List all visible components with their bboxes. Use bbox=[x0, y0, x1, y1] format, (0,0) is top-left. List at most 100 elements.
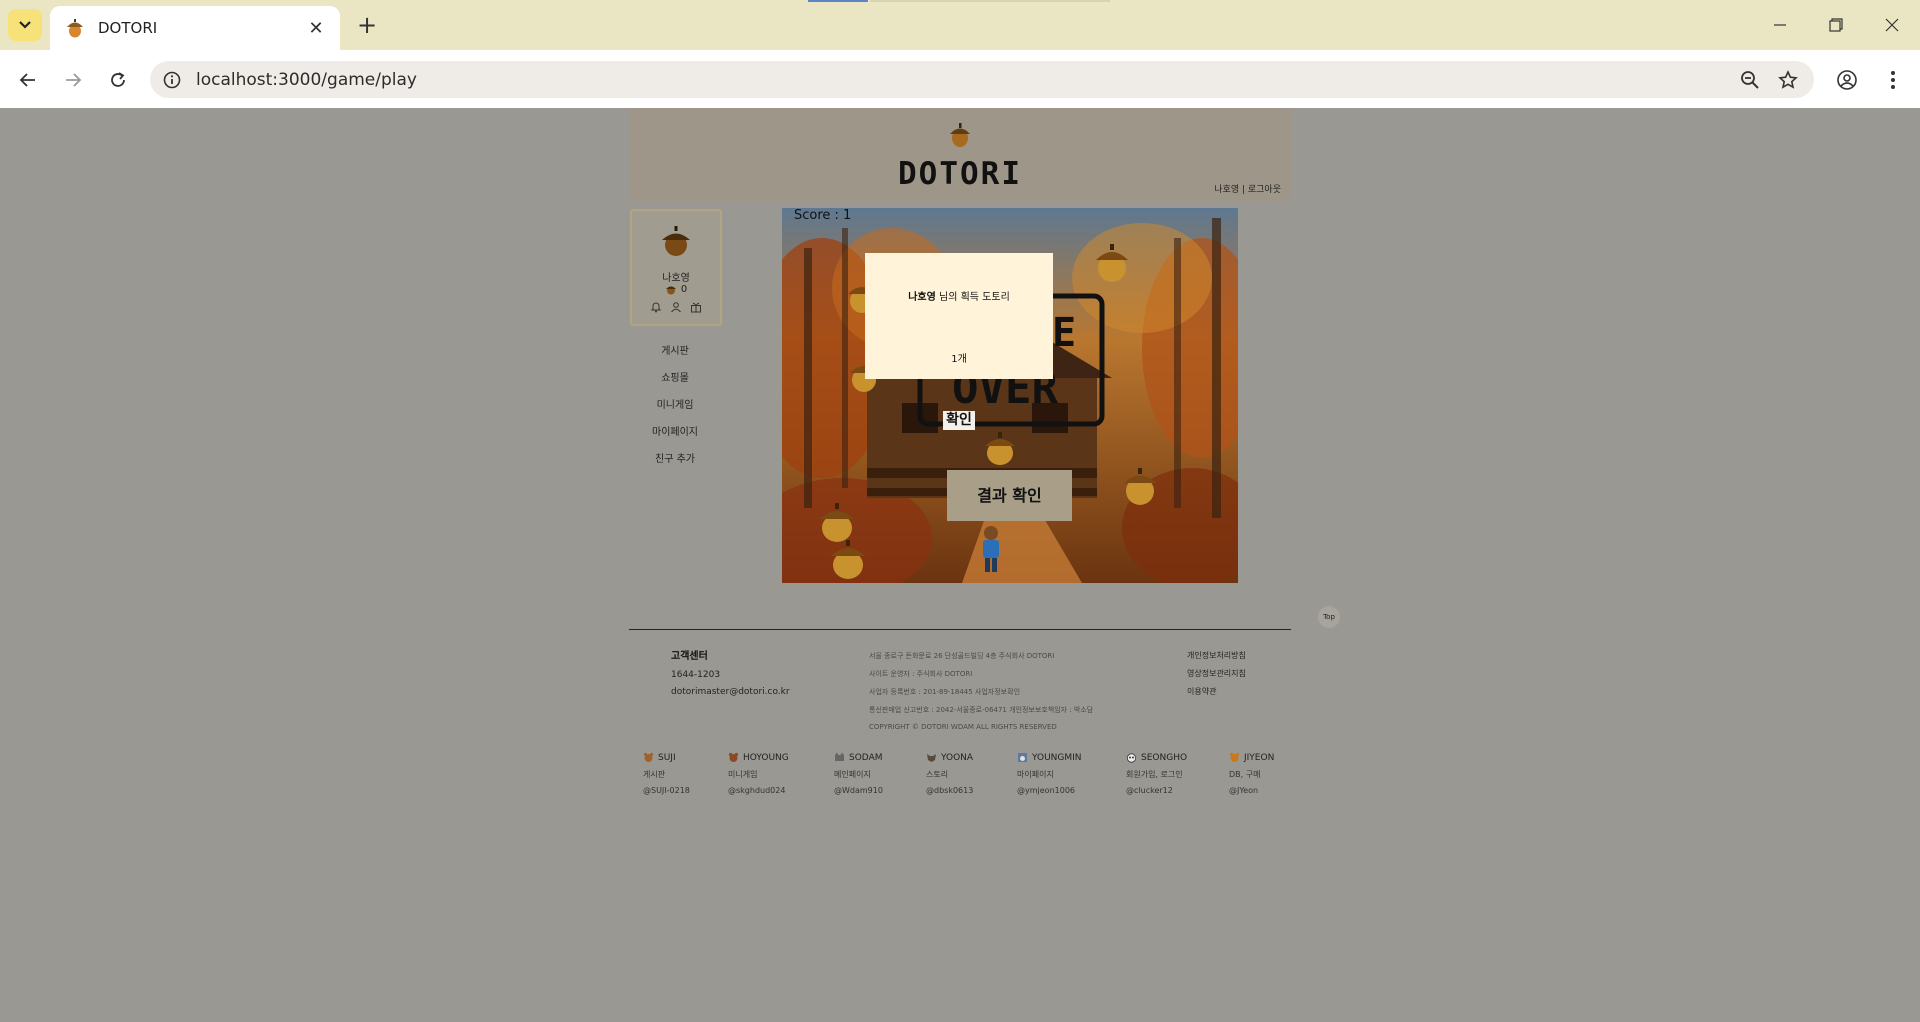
user-links[interactable]: 나호영 | 로그아웃 bbox=[1214, 182, 1281, 195]
customer-center-email[interactable]: dotorimaster@dotori.co.kr bbox=[671, 687, 790, 697]
reload-icon bbox=[111, 72, 125, 87]
member-role: 스토리 bbox=[926, 770, 949, 779]
nav-item-mypage[interactable]: 마이페이지 bbox=[630, 419, 720, 446]
acorn-icon bbox=[665, 286, 676, 295]
site-info-icon[interactable] bbox=[162, 70, 182, 90]
nav-item-board[interactable]: 게시판 bbox=[630, 338, 720, 365]
modal-message: 나호영 님의 획득 도토리 bbox=[865, 288, 1053, 303]
member-id[interactable]: @dbsk0613 bbox=[926, 786, 973, 795]
close-window-button[interactable] bbox=[1864, 0, 1920, 50]
minimize-button[interactable] bbox=[1752, 0, 1808, 50]
back-button[interactable] bbox=[12, 64, 44, 96]
member-role: DB, 구매 bbox=[1229, 770, 1261, 779]
acorn-count: 0 bbox=[680, 283, 688, 295]
acorn-logo-icon bbox=[950, 123, 970, 147]
arrow-right-icon bbox=[66, 73, 82, 87]
member-id[interactable]: @clucker12 bbox=[1126, 786, 1187, 795]
modal-user-name: 나호영 bbox=[908, 292, 936, 303]
close-icon bbox=[1885, 18, 1899, 32]
bear-icon bbox=[643, 752, 654, 762]
member-name: SEONGHO bbox=[1141, 752, 1188, 763]
tab-search-button[interactable] bbox=[8, 9, 42, 41]
terms-link[interactable]: 이용약관 bbox=[1187, 686, 1246, 697]
copyright: COPYRIGHT © DOTORI WDAM ALL RIGHTS RESER… bbox=[869, 723, 1057, 731]
profile-card: 나호영 0 bbox=[630, 209, 722, 326]
confirm-button[interactable]: 확인 bbox=[943, 411, 975, 430]
bookmark-star-icon[interactable] bbox=[1778, 69, 1798, 90]
account-circle-icon bbox=[1837, 70, 1857, 90]
footer-divider bbox=[629, 629, 1291, 630]
member-name: SUJI bbox=[658, 752, 676, 763]
privacy-policy-link[interactable]: 개인정보처리방침 bbox=[1187, 650, 1246, 661]
new-tab-button[interactable]: + bbox=[352, 10, 382, 40]
member-name: HOYOUNG bbox=[743, 752, 789, 763]
video-policy-link[interactable]: 영상정보관리지침 bbox=[1187, 668, 1246, 679]
profile-button[interactable] bbox=[1831, 64, 1863, 96]
member-role: 마이페이지 bbox=[1017, 770, 1054, 779]
tab-close-icon[interactable]: ✕ bbox=[306, 18, 326, 39]
member-item: SEONGHO 회원가입, 로그인 @clucker12 bbox=[1126, 752, 1188, 796]
minimize-icon bbox=[1774, 24, 1786, 26]
zoom-out-icon[interactable] bbox=[1740, 70, 1760, 90]
svg-text:E: E bbox=[1052, 310, 1076, 356]
member-item: HOYOUNG 미니게임 @skghdud024 bbox=[728, 752, 789, 796]
member-role: 게시판 bbox=[643, 770, 666, 779]
arrow-left-icon bbox=[19, 73, 35, 87]
tab-title: DOTORI bbox=[98, 19, 158, 37]
forward-button[interactable] bbox=[57, 64, 89, 96]
customer-center: 고객센터 1644-1203 dotorimaster@dotori.co.kr bbox=[671, 647, 790, 704]
restore-button[interactable] bbox=[1808, 0, 1864, 50]
profile-name: 나호영 bbox=[662, 273, 690, 284]
nav-item-minigame[interactable]: 미니게임 bbox=[630, 392, 720, 419]
member-id[interactable]: @JYeon bbox=[1229, 786, 1274, 795]
policy-links: 개인정보처리방침 영상정보관리지침 이용약관 bbox=[1187, 650, 1246, 704]
more-vertical-icon bbox=[1891, 71, 1895, 89]
tab-strip-indicator bbox=[808, 0, 868, 2]
bell-icon[interactable] bbox=[650, 301, 662, 313]
company-registration: 사업자 등록번호 : 201-89-18445 사업자정보확인 bbox=[869, 688, 1021, 696]
member-item: JIYEON DB, 구매 @JYeon bbox=[1229, 752, 1274, 796]
nav-item-add-friend[interactable]: 친구 추가 bbox=[630, 446, 720, 473]
member-role: 메인페이지 bbox=[834, 770, 871, 779]
game-canvas[interactable]: E OVER Score : 1 나호영 님의 획득 도토리 1개 확인 결과 … bbox=[782, 208, 1238, 583]
customer-center-title: 고객센터 bbox=[671, 651, 708, 662]
company-info: 서울 종로구 돈화문로 26 단성골드빌딩 4층 주식회사 DOTORI 사이트… bbox=[869, 651, 1093, 739]
member-id[interactable]: @Wdam910 bbox=[834, 786, 883, 795]
tab-strip-indicator-track bbox=[870, 0, 1110, 2]
site-logo[interactable]: DOTORI bbox=[629, 156, 1291, 192]
url-text[interactable]: localhost:3000/game/play bbox=[196, 70, 1740, 90]
member-name: SODAM bbox=[849, 752, 883, 763]
browser-menu-button[interactable] bbox=[1877, 64, 1909, 96]
reload-button[interactable] bbox=[102, 64, 134, 96]
member-id[interactable]: @skghdud024 bbox=[728, 786, 789, 795]
team-members: SUJI 게시판 @SUJI-0218 HOYOUNG 미니게임 @skghdu… bbox=[643, 752, 1283, 802]
member-id[interactable]: @SUJI-0218 bbox=[643, 786, 690, 795]
scroll-top-button[interactable]: Top bbox=[1318, 606, 1340, 628]
page-content: DOTORI 나호영 | 로그아웃 나호영 0 게시판 쇼핑몰 미니게임 마이페… bbox=[0, 108, 1920, 1022]
company-operator: 사이트 운영자 : 주식회사 DOTORI bbox=[869, 670, 973, 678]
member-item: YOUNGMIN 마이페이지 @ymjeon1006 bbox=[1017, 752, 1082, 796]
nav-item-shop[interactable]: 쇼핑몰 bbox=[630, 365, 720, 392]
acorn-balance: 0 bbox=[632, 283, 720, 295]
member-role: 회원가입, 로그인 bbox=[1126, 770, 1183, 779]
browser-tab[interactable]: DOTORI ✕ bbox=[50, 6, 340, 50]
chevron-down-icon bbox=[19, 21, 31, 29]
rabbit-icon bbox=[1018, 753, 1027, 762]
member-item: SUJI 게시판 @SUJI-0218 bbox=[643, 752, 690, 796]
cat-icon bbox=[835, 752, 844, 761]
acorn-favicon-icon bbox=[67, 19, 83, 38]
address-bar[interactable]: localhost:3000/game/play bbox=[150, 61, 1814, 98]
browser-tab-bar: DOTORI ✕ + bbox=[0, 0, 1920, 50]
bear-icon bbox=[728, 752, 739, 762]
view-result-button[interactable]: 결과 확인 bbox=[947, 470, 1072, 521]
modal-message-text: 님의 획득 도토리 bbox=[935, 292, 1010, 303]
score-display: Score : 1 bbox=[794, 208, 852, 223]
member-item: SODAM 메인페이지 @Wdam910 bbox=[834, 752, 883, 795]
member-role: 미니게임 bbox=[728, 770, 758, 779]
member-id[interactable]: @ymjeon1006 bbox=[1017, 786, 1082, 795]
modal-acorn-count: 1개 bbox=[951, 354, 967, 365]
member-name: YOUNGMIN bbox=[1032, 752, 1082, 763]
person-icon[interactable] bbox=[670, 301, 682, 313]
gift-icon[interactable] bbox=[690, 301, 702, 313]
member-item: YOONA 스토리 @dbsk0613 bbox=[926, 752, 973, 796]
